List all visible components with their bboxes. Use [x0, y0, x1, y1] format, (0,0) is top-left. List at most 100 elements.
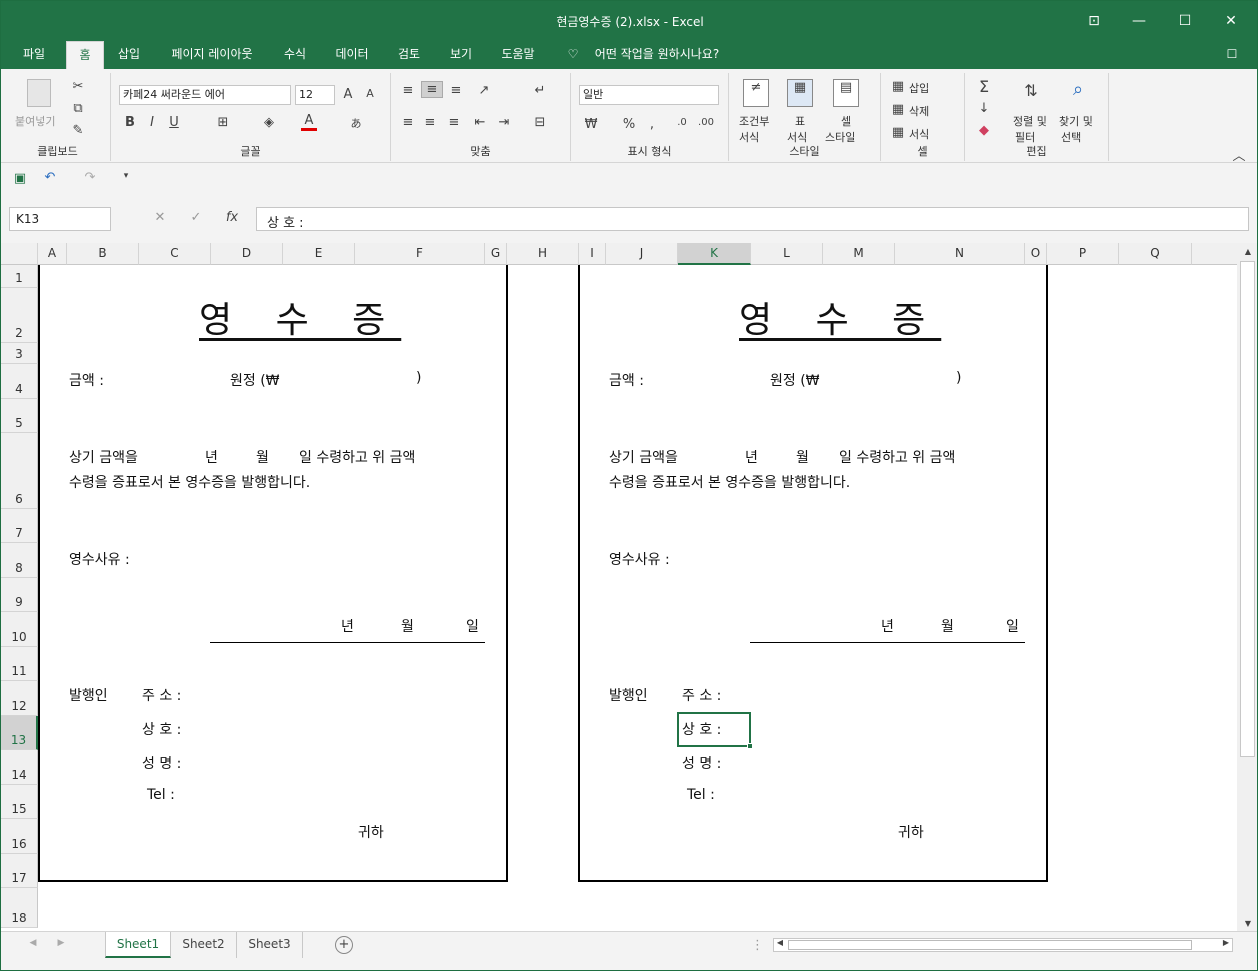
align-bottom-icon[interactable]: ≡	[447, 83, 465, 98]
cancel-icon[interactable]: ✕	[151, 210, 169, 225]
font-name-select[interactable]: 카페24 써라운드 에어	[119, 85, 291, 105]
worksheet-grid[interactable]: A B C D E F G H I J K L M N O P Q R 1 2 …	[1, 243, 1237, 931]
scroll-left-icon[interactable]: ◀	[774, 938, 786, 947]
maximize-icon[interactable]: ☐	[1165, 7, 1205, 35]
vertical-scrollbar[interactable]: ▲ ▼	[1237, 243, 1257, 931]
row-header[interactable]: 12	[1, 681, 38, 716]
grow-font-icon[interactable]: A	[339, 87, 357, 102]
find-select-icon[interactable]: ⌕	[1065, 79, 1091, 100]
scroll-down-icon[interactable]: ▼	[1240, 919, 1256, 928]
accounting-icon[interactable]: ₩	[581, 117, 601, 132]
row-header[interactable]: 15	[1, 785, 38, 819]
tab-file[interactable]: 파일	[11, 41, 57, 69]
col-header-c[interactable]: C	[139, 243, 211, 265]
col-header-l[interactable]: L	[751, 243, 823, 265]
number-format-select[interactable]: 일반	[579, 85, 719, 105]
fill-color-icon[interactable]: ◈	[261, 115, 277, 130]
tell-me-input[interactable]: 어떤 작업을 원하시나요?	[585, 41, 729, 69]
find-select-label-1[interactable]: 찾기 및	[1059, 113, 1093, 129]
percent-icon[interactable]: %	[621, 117, 637, 132]
col-header-b[interactable]: B	[67, 243, 139, 265]
row-header[interactable]: 6	[1, 433, 38, 509]
col-header-a[interactable]: A	[38, 243, 67, 265]
col-header-d[interactable]: D	[211, 243, 283, 265]
conditional-format-label-1[interactable]: 조건부	[739, 113, 769, 129]
align-center-icon[interactable]: ≡	[421, 115, 439, 130]
insert-cells-button[interactable]: 삽입	[909, 80, 929, 96]
customize-qat-icon[interactable]: ▾	[119, 171, 133, 181]
tab-formulas[interactable]: 수식	[275, 41, 315, 69]
ribbon-display-icon[interactable]: ⊡	[1074, 7, 1114, 35]
format-painter-icon[interactable]: ✎	[69, 123, 87, 138]
paste-button[interactable]: 붙여넣기	[15, 113, 55, 129]
horizontal-scrollbar[interactable]: ◀ ▶	[773, 938, 1233, 952]
tab-review[interactable]: 검토	[389, 41, 429, 69]
wrap-text-icon[interactable]: ↵	[529, 83, 551, 98]
name-box[interactable]: K13	[9, 207, 111, 231]
decrease-indent-icon[interactable]: ⇤	[471, 115, 489, 130]
selected-cell-k13[interactable]	[677, 712, 751, 747]
collapse-ribbon-icon[interactable]: ︿	[1231, 145, 1247, 164]
insert-function-icon[interactable]: fx	[223, 210, 241, 225]
col-header-r[interactable]: R	[1192, 243, 1237, 265]
tab-help[interactable]: 도움말	[493, 41, 543, 69]
col-header-f[interactable]: F	[355, 243, 485, 265]
bold-icon[interactable]: B	[123, 115, 137, 130]
border-icon[interactable]: ⊞	[215, 115, 231, 130]
next-sheet-icon[interactable]: ▶	[55, 938, 67, 948]
row-header[interactable]: 10	[1, 612, 38, 647]
increase-decimal-icon[interactable]: .0	[671, 117, 693, 128]
comment-icon[interactable]: ☐	[1219, 41, 1245, 69]
align-left-icon[interactable]: ≡	[399, 115, 417, 130]
row-header[interactable]: 16	[1, 819, 38, 854]
select-all-corner[interactable]	[1, 243, 38, 265]
horizontal-scroll-thumb[interactable]	[788, 940, 1192, 950]
shrink-font-icon[interactable]: A	[361, 87, 379, 100]
minimize-icon[interactable]: —	[1119, 7, 1159, 35]
tab-home[interactable]: 홈	[66, 41, 104, 69]
row-header[interactable]: 14	[1, 750, 38, 785]
col-header-h[interactable]: H	[507, 243, 579, 265]
merge-center-icon[interactable]: ⊟	[529, 115, 551, 130]
insert-cells-icon[interactable]: ▦	[891, 79, 905, 94]
formula-input[interactable]: 상 호 :	[256, 207, 1249, 231]
delete-cells-icon[interactable]: ▦	[891, 102, 905, 117]
row-header[interactable]: 8	[1, 543, 38, 578]
row-header[interactable]: 4	[1, 364, 38, 399]
redo-icon[interactable]: ↷	[81, 170, 99, 185]
orientation-icon[interactable]: ↗	[473, 83, 495, 98]
tab-data[interactable]: 데이터	[327, 41, 377, 69]
sheet-tab-3[interactable]: Sheet3	[237, 932, 303, 958]
delete-cells-button[interactable]: 삭제	[909, 103, 929, 119]
row-header[interactable]: 2	[1, 288, 38, 343]
row-header[interactable]: 3	[1, 343, 38, 364]
row-header[interactable]: 18	[1, 888, 38, 928]
increase-indent-icon[interactable]: ⇥	[495, 115, 513, 130]
conditional-format-icon[interactable]: ≠	[743, 79, 769, 107]
row-header[interactable]: 11	[1, 647, 38, 681]
save-icon[interactable]: ▣	[11, 171, 29, 186]
align-middle-icon[interactable]: ≡	[421, 81, 443, 98]
cell-styles-label-1[interactable]: 셀	[841, 113, 851, 129]
decrease-decimal-icon[interactable]: .00	[695, 117, 717, 128]
prev-sheet-icon[interactable]: ◀	[27, 938, 39, 948]
font-size-select[interactable]: 12	[295, 85, 335, 105]
autosum-icon[interactable]: Σ	[975, 77, 993, 96]
format-cells-button[interactable]: 서식	[909, 126, 929, 142]
row-header[interactable]: 17	[1, 854, 38, 888]
scroll-up-icon[interactable]: ▲	[1240, 247, 1256, 256]
tab-split-handle[interactable]: ⋮	[751, 938, 764, 953]
italic-icon[interactable]: I	[145, 115, 159, 130]
sheet-tab-1[interactable]: Sheet1	[105, 932, 171, 958]
fill-handle[interactable]	[747, 743, 753, 749]
col-header-m[interactable]: M	[823, 243, 895, 265]
col-header-i[interactable]: I	[579, 243, 606, 265]
copy-icon[interactable]: ⧉	[69, 101, 87, 116]
tab-page-layout[interactable]: 페이지 레이아웃	[161, 41, 263, 69]
col-header-o[interactable]: O	[1025, 243, 1047, 265]
col-header-q[interactable]: Q	[1119, 243, 1192, 265]
align-top-icon[interactable]: ≡	[399, 83, 417, 98]
col-header-j[interactable]: J	[606, 243, 678, 265]
align-right-icon[interactable]: ≡	[445, 115, 463, 130]
row-header[interactable]: 5	[1, 399, 38, 433]
